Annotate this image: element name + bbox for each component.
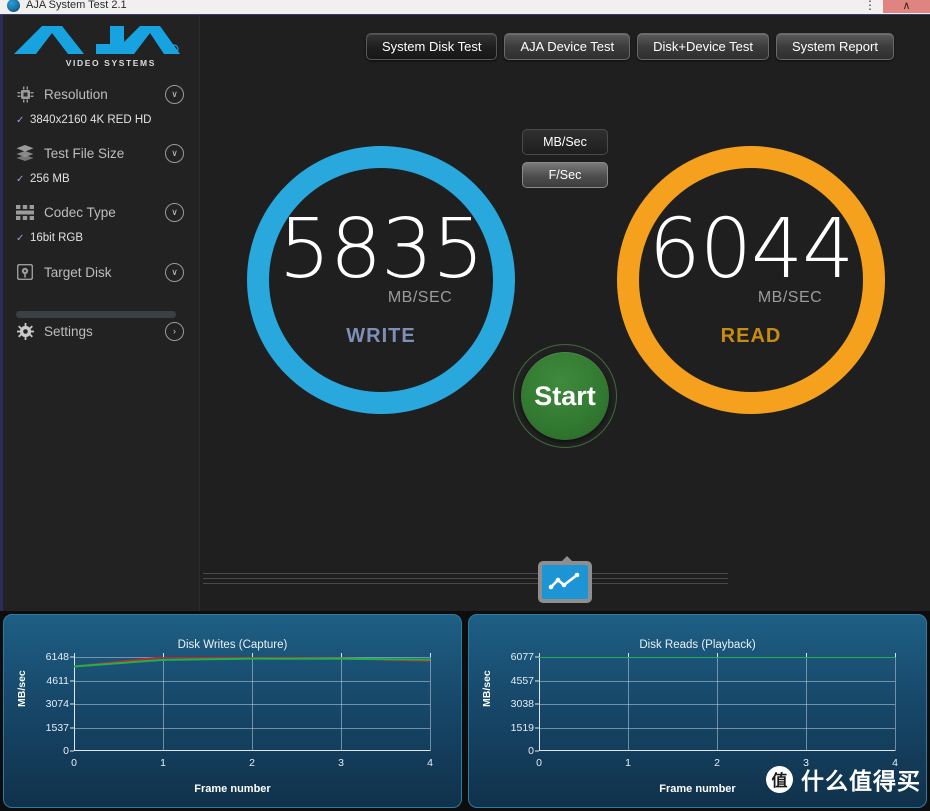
chevron-right-icon-settings[interactable]: › (165, 321, 184, 341)
gridline-vertical (895, 657, 896, 751)
title-bar: AJA System Test 2.1 ⋮ ∧ (0, 0, 930, 15)
aja-logo: R VIDEO SYSTEMS (12, 23, 180, 68)
watermark-logo-icon: 值 (766, 765, 793, 793)
close-icon[interactable]: ∧ (883, 0, 930, 13)
read-dial-label: READ (720, 325, 782, 348)
write-dial-label: WRITE (346, 325, 416, 348)
sidebar: R VIDEO SYSTEMS Resolution ∨ ✓ 3840x2160… (0, 15, 200, 611)
tab-disk-device-test[interactable]: Disk+Device Test (637, 33, 769, 60)
sidebar-label-codec-type: Codec Type (44, 204, 116, 220)
y-tick-label: 0 (528, 745, 534, 757)
unit-option-f-per-sec[interactable]: F/Sec (522, 162, 608, 188)
disk-reads-chart-title: Disk Reads (Playback) (639, 639, 756, 651)
brand-subtitle: VIDEO SYSTEMS (65, 58, 156, 68)
chip-icon (14, 84, 36, 104)
x-tick-mark (430, 653, 431, 657)
chevron-down-icon-resolution[interactable]: ∨ (165, 84, 184, 104)
read-speed-value: 6044 (648, 201, 855, 297)
x-tick-label: 0 (71, 757, 77, 769)
aja-system-test-window: AJA System Test 2.1 ⋮ ∧ R VIDEO SYSTEMS (0, 0, 930, 811)
aja-app-icon (7, 0, 20, 12)
tab-system-disk-test[interactable]: System Disk Test (366, 33, 498, 60)
read-speed-unit: MB/SEC (757, 289, 823, 307)
stack-icon (14, 143, 36, 163)
write-speed-dial: 5835 MB/SEC WRITE (236, 135, 526, 425)
y-tick-label: 4611 (46, 674, 69, 687)
sidebar-item-settings[interactable]: Settings › (0, 317, 200, 345)
sidebar-label-target-disk: Target Disk (44, 264, 112, 280)
check-icon-resolution: ✓ (16, 114, 25, 126)
y-tick-label: 1537 (45, 721, 69, 734)
y-tick-label: 3074 (45, 698, 69, 710)
start-button-wrapper: Start (513, 344, 617, 448)
series-line-avg (74, 657, 430, 668)
disk-writes-chart-title: Disk Writes (Capture) (177, 639, 288, 651)
x-tick-label: 2 (249, 757, 255, 769)
unit-option-mb-per-sec[interactable]: MB/Sec (522, 129, 608, 155)
y-tick-label: 1519 (510, 721, 534, 734)
disk-reads-y-axis-label: MB/sec (481, 670, 493, 707)
start-button[interactable]: Start (521, 352, 609, 440)
disk-writes-chart-panel: Disk Writes (Capture) MB/sec Frame numbe… (0, 611, 465, 811)
watermark-text: 什么值得买 (801, 769, 921, 795)
sidebar-value-resolution: ✓ 3840x2160 4K RED HD (0, 110, 200, 130)
check-icon-test-file-size: ✓ (16, 173, 25, 185)
x-tick-label: 1 (625, 757, 631, 769)
sidebar-value-codec-type: ✓ 16bit RGB (0, 228, 200, 248)
y-tick-label: 6077 (510, 651, 534, 663)
gridline-vertical (430, 657, 431, 751)
sidebar-label-test-file-size: Test File Size (44, 145, 125, 161)
check-icon-codec-type: ✓ (16, 232, 25, 244)
graph-toggle-button[interactable] (538, 556, 592, 603)
disk-writes-plot-area: 0 1537 3074 4611 6148 0 1 2 3 4 (46, 651, 433, 769)
sidebar-item-resolution[interactable]: Resolution ∨ (0, 80, 200, 108)
chevron-down-icon-test-file-size[interactable]: ∨ (165, 143, 184, 163)
read-speed-dial: 6044 MB/SEC READ (606, 135, 896, 425)
y-tick-label: 4557 (510, 674, 534, 687)
gear-icon (14, 321, 36, 341)
series-overlay (74, 657, 430, 668)
write-speed-unit: MB/SEC (387, 289, 453, 307)
y-tick-label: 3038 (510, 698, 534, 710)
unit-toggle-group: MB/Sec F/Sec (522, 129, 608, 195)
sidebar-value-text-codec-type: 16bit RGB (30, 232, 84, 244)
harddisk-icon (14, 262, 36, 282)
disk-writes-x-axis-label: Frame number (194, 783, 271, 795)
x-tick-label: 1 (160, 757, 166, 769)
sidebar-item-target-disk[interactable]: Target Disk ∨ (0, 258, 200, 286)
chevron-down-icon-target-disk[interactable]: ∨ (165, 262, 184, 282)
sidebar-label-resolution: Resolution (44, 86, 108, 102)
sidebar-value-text-resolution: 3840x2160 4K RED HD (30, 114, 152, 126)
write-speed-value: 5835 (278, 201, 485, 297)
sidebar-item-test-file-size[interactable]: Test File Size ∨ (0, 139, 200, 167)
x-tick-label: 4 (427, 757, 433, 769)
chevron-down-icon-codec-type[interactable]: ∨ (165, 202, 184, 222)
disk-writes-y-axis-label: MB/sec (16, 670, 28, 707)
window-title: AJA System Test 2.1 (26, 0, 127, 11)
tab-system-report[interactable]: System Report (775, 33, 894, 60)
sidebar-value-text-test-file-size: 256 MB (30, 173, 70, 185)
y-tick-label: 6148 (45, 651, 69, 663)
x-tick-label: 0 (536, 757, 542, 769)
tab-bar: System Disk Test AJA Device Test Disk+De… (366, 33, 894, 60)
disk-reads-plot-area: 0 1519 3038 4557 6077 0 1 2 3 4 (511, 651, 898, 769)
sidebar-label-settings: Settings (44, 323, 93, 339)
x-tick-label: 3 (338, 757, 344, 769)
grid-icon (14, 202, 36, 222)
main-body: R VIDEO SYSTEMS Resolution ∨ ✓ 3840x2160… (0, 15, 930, 611)
x-tick-label: 2 (714, 757, 720, 769)
overflow-menu-icon[interactable]: ⋮ (857, 0, 883, 13)
graph-toggle-nub (561, 556, 573, 562)
series-overlay (539, 657, 895, 658)
sidebar-value-test-file-size: ✓ 256 MB (0, 169, 200, 189)
tab-aja-device-test[interactable]: AJA Device Test (504, 33, 631, 60)
svg-text:R: R (172, 47, 176, 54)
watermark: 值 什么值得买 (766, 762, 921, 796)
aja-wordmark-icon: R (14, 26, 180, 54)
y-tick-label: 0 (63, 745, 69, 757)
x-tick-mark (895, 653, 896, 657)
line-chart-icon (542, 565, 588, 599)
sidebar-item-codec-type[interactable]: Codec Type ∨ (0, 198, 200, 226)
section-divider (203, 573, 728, 587)
